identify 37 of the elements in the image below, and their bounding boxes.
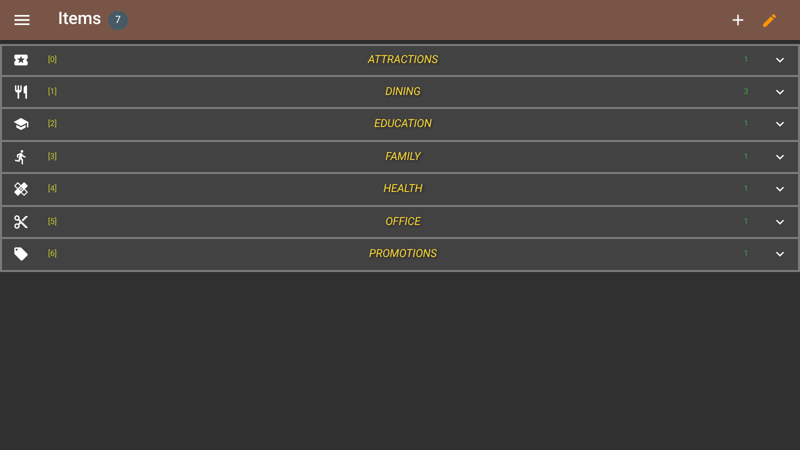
index-label: [2]: [48, 118, 58, 130]
category-row[interactable]: [1] DINING 3: [0, 76, 800, 109]
fork-knife-icon: [13, 84, 29, 100]
category-row[interactable]: [6] PROMOTIONS 1: [0, 239, 800, 272]
graduation-cap-icon: [13, 116, 29, 132]
item-count: 1: [742, 216, 750, 228]
item-count: 1: [742, 54, 750, 66]
category-row[interactable]: [3] FAMILY 1: [0, 142, 800, 174]
category-row[interactable]: [0] ATTRACTIONS 1: [0, 44, 800, 76]
index-label: [1]: [48, 86, 58, 98]
item-count: 1: [742, 150, 750, 163]
index-label: [5]: [48, 216, 58, 228]
index-label: [6]: [48, 248, 58, 260]
category-name: PROMOTIONS: [368, 246, 438, 262]
category-name: EDUCATION: [373, 116, 433, 132]
item-count: 3: [742, 86, 750, 98]
item-count: 1: [742, 118, 750, 130]
category-name: ATTRACTIONS: [366, 52, 439, 68]
category-name: DINING: [384, 84, 422, 100]
category-row[interactable]: [5] OFFICE 1: [0, 206, 800, 239]
index-label: [0]: [48, 54, 58, 66]
category-name: FAMILY: [384, 148, 422, 164]
item-count: 1: [742, 248, 750, 260]
index-label: [4]: [48, 183, 58, 196]
category-row[interactable]: [2] EDUCATION 1: [0, 109, 800, 142]
tag-icon: [13, 246, 29, 262]
category-name: HEALTH: [382, 181, 424, 197]
category-row[interactable]: [4] HEALTH 1: [0, 174, 800, 206]
bandage-icon: [13, 181, 29, 198]
index-label: [3]: [48, 150, 58, 163]
item-count: 1: [742, 183, 750, 196]
app-title: Items: [58, 8, 102, 32]
category-name: OFFICE: [384, 214, 422, 230]
ticket-icon: [13, 52, 29, 68]
count-badge: 7: [108, 10, 128, 30]
edit-icon[interactable]: [761, 12, 778, 28]
scissors-icon: [13, 214, 29, 230]
